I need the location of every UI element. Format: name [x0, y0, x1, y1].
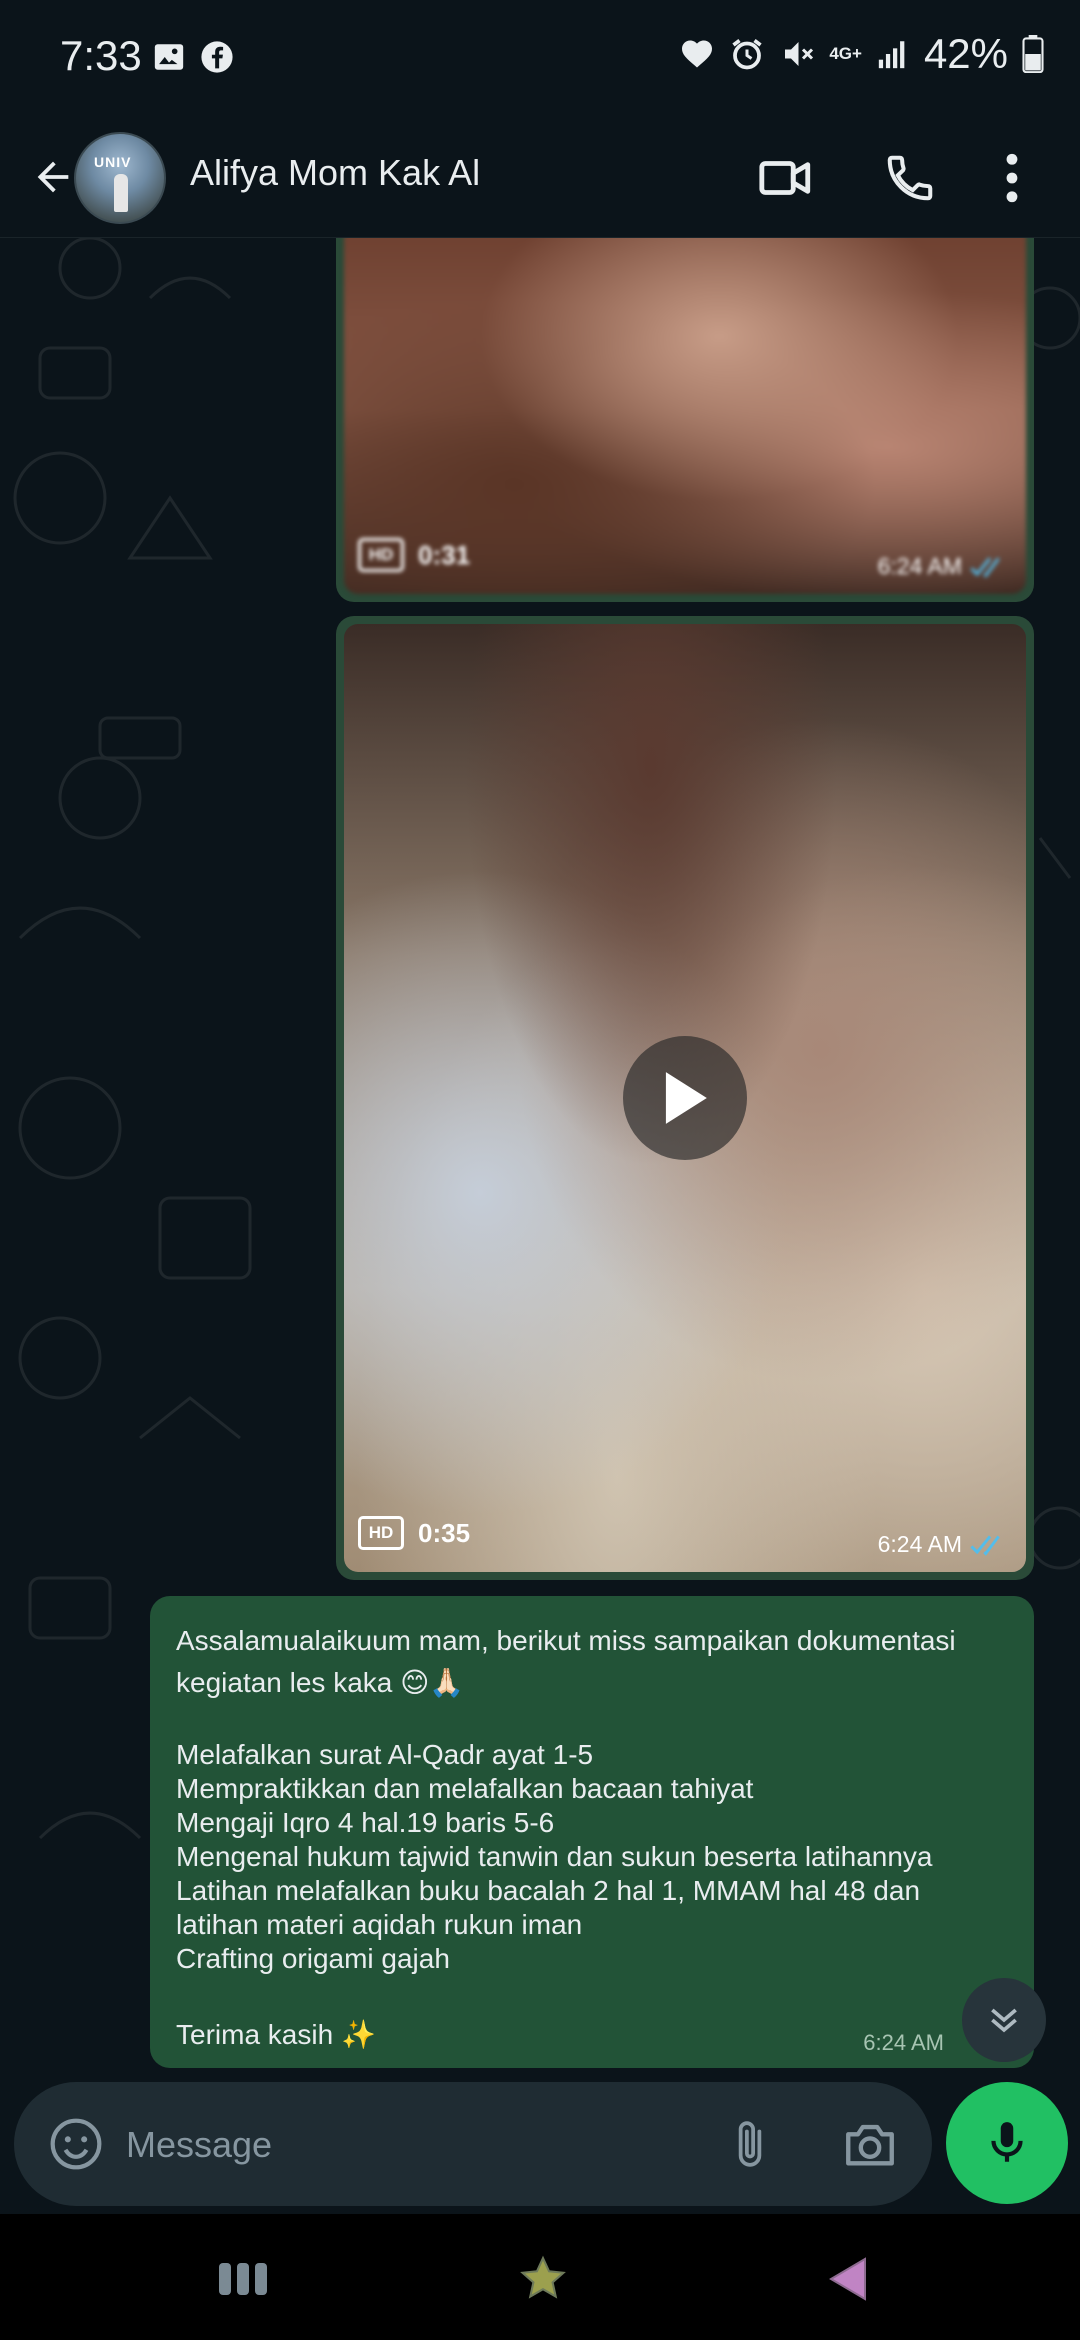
- voice-message-button[interactable]: [946, 2082, 1068, 2204]
- voice-call-button[interactable]: [870, 138, 950, 218]
- play-button[interactable]: [623, 1036, 747, 1160]
- back-triangle-icon: [829, 2257, 866, 2301]
- message-line: Mengenal hukum tajwid tanwin dan sukun b…: [176, 1841, 933, 1872]
- message-time: 6:24 AM: [863, 2030, 944, 2055]
- scroll-to-bottom-button[interactable]: [962, 1978, 1046, 2062]
- mic-icon: [991, 2122, 1023, 2162]
- status-time: 7:33: [60, 32, 142, 79]
- video-info: HD 0:31: [358, 538, 470, 572]
- message-line: Mempraktikkan dan melafalkan bacaan tahi…: [176, 1773, 754, 1804]
- recent-apps-button[interactable]: [208, 2244, 278, 2314]
- video-duration: 0:31: [418, 539, 471, 570]
- emoji-button[interactable]: [42, 2110, 110, 2178]
- video-thumbnail[interactable]: HD 0:31 6:24 AM: [344, 238, 1026, 594]
- video-camera-icon: [759, 161, 811, 195]
- camera-button[interactable]: [834, 2108, 906, 2180]
- status-bar: 7:33 4G+ 42%: [0, 0, 1080, 118]
- gallery-icon: [154, 44, 184, 70]
- message-meta: 6:24 AM: [878, 553, 1010, 580]
- camera-icon: [846, 2124, 894, 2166]
- heart-icon: [682, 40, 713, 68]
- system-nav-bar: [0, 2214, 1080, 2340]
- message-time: 6:24 AM: [877, 553, 962, 579]
- message-meta: 6:24 AM: [878, 1531, 1010, 1558]
- play-icon: [665, 1072, 707, 1124]
- read-receipt-icon: [970, 557, 1000, 578]
- message-line: Latihan melafalkan buku bacalah 2 hal 1,…: [176, 1875, 921, 1906]
- message-composer: [14, 2082, 932, 2206]
- message-line: Assalamualaikuum mam, berikut miss sampa…: [176, 1625, 956, 1656]
- video-thumbnail[interactable]: HD 0:35 6:24 AM: [344, 624, 1026, 1572]
- back-nav-button[interactable]: [812, 2244, 882, 2314]
- hd-badge: HD: [358, 1516, 404, 1550]
- more-vert-icon: [1006, 153, 1018, 203]
- contact-name[interactable]: Alifya Mom Kak Al: [190, 152, 480, 194]
- status-right-icons: 4G+ 42%: [679, 30, 1044, 78]
- attach-button[interactable]: [714, 2108, 786, 2180]
- video-message-1[interactable]: HD 0:31 6:24 AM: [336, 238, 1034, 602]
- chat-header: UNIV Alifya Mom Kak Al: [0, 118, 1080, 238]
- message-input[interactable]: [126, 2120, 686, 2170]
- battery-percent: 42%: [923, 30, 1008, 77]
- video-info: HD 0:35: [358, 1516, 470, 1550]
- home-star-icon: [520, 2255, 566, 2299]
- hd-badge: HD: [358, 538, 404, 572]
- more-options-button[interactable]: [982, 138, 1042, 218]
- chat-area[interactable]: HD 0:31 6:24 AM HD 0:35 6:24 AM Assalamu…: [0, 238, 1080, 2074]
- arrow-back-icon: [37, 161, 69, 193]
- video-message-2[interactable]: HD 0:35 6:24 AM: [336, 616, 1034, 1580]
- network-label: 4G+: [829, 44, 862, 63]
- avatar-figure: [114, 174, 128, 212]
- read-receipt-icon: [970, 1535, 1000, 1556]
- facebook-icon: [201, 41, 233, 73]
- emoji-icon: [50, 2118, 102, 2170]
- mute-icon: [785, 42, 814, 66]
- status-notification-icons: [152, 40, 234, 74]
- battery-icon: [1022, 35, 1044, 73]
- text-message[interactable]: Assalamualaikuum mam, berikut miss sampa…: [150, 1596, 1034, 2068]
- contact-avatar[interactable]: UNIV: [74, 132, 166, 224]
- paperclip-icon: [738, 2121, 762, 2167]
- message-line: Melafalkan surat Al-Qadr ayat 1-5: [176, 1739, 594, 1770]
- message-line: Mengaji Iqro 4 hal.19 baris 5-6: [176, 1807, 555, 1838]
- message-line: Crafting origami gajah: [176, 1943, 450, 1974]
- alarm-icon: [732, 39, 762, 70]
- avatar-text: UNIV: [94, 154, 132, 170]
- recent-apps-icon: [219, 2263, 267, 2295]
- composer-bar: [0, 2074, 1080, 2214]
- video-call-button[interactable]: [746, 138, 826, 218]
- video-duration: 0:35: [418, 1517, 471, 1548]
- message-time: 6:24 AM: [877, 1531, 962, 1557]
- home-button[interactable]: [508, 2244, 578, 2314]
- avatar: UNIV: [74, 132, 166, 224]
- message-line: latihan materi aqidah rukun iman: [176, 1909, 583, 1940]
- double-chevron-down-icon: [991, 2008, 1017, 2033]
- message-line: kegiatan les kaka 😊🙏🏻: [176, 1667, 465, 1698]
- signal-icon: [878, 41, 905, 69]
- phone-icon: [887, 155, 933, 201]
